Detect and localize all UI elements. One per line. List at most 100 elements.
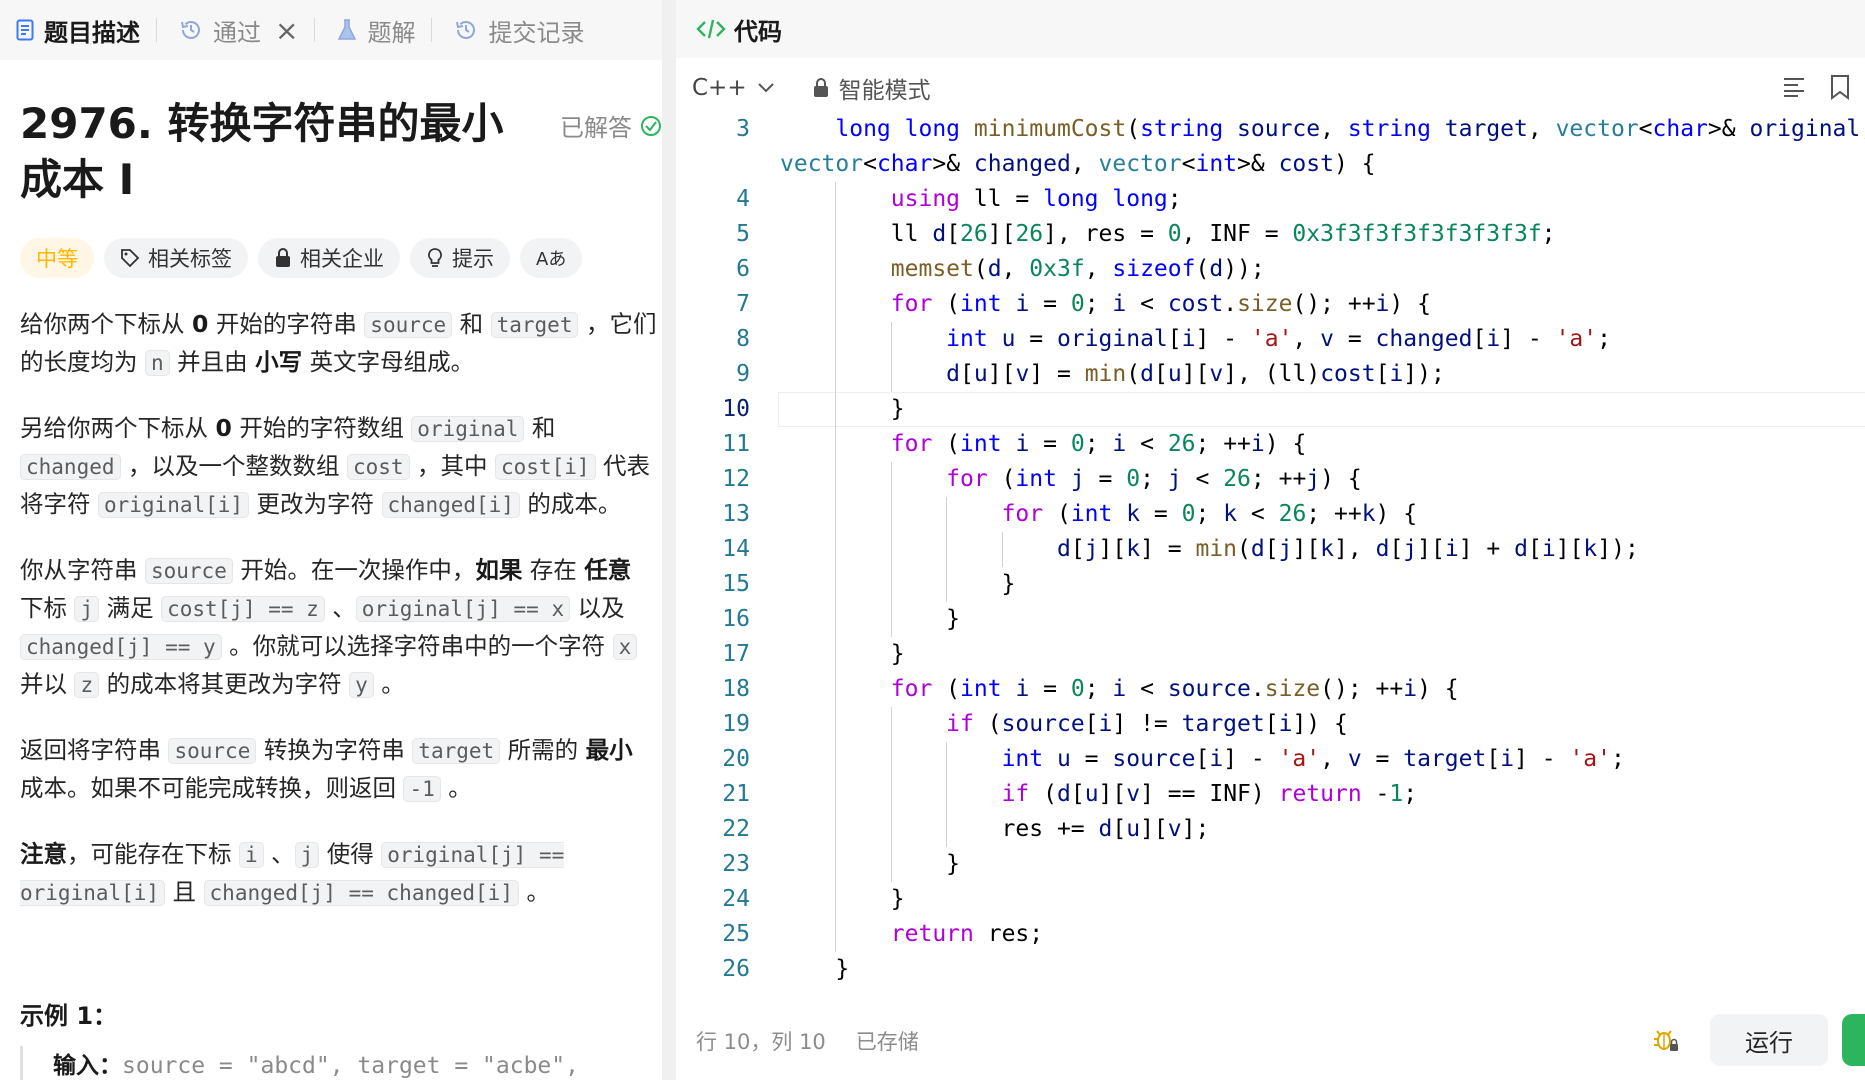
related-companies-label: 相关企业 bbox=[300, 247, 384, 271]
code-line[interactable]: 14 d[j][k] = min(d[j][k], d[j][i] + d[i]… bbox=[676, 532, 1865, 567]
code-line[interactable]: 19 if (source[i] != target[i]) { bbox=[676, 707, 1865, 742]
code-line[interactable]: 18 for (int i = 0; i < source.size(); ++… bbox=[676, 672, 1865, 707]
code-text: } bbox=[780, 641, 905, 667]
indent-guide bbox=[835, 322, 837, 357]
tab-passed[interactable]: 通过 × bbox=[163, 0, 308, 60]
code-line[interactable]: 17 } bbox=[676, 637, 1865, 672]
panel-divider[interactable] bbox=[662, 0, 676, 1080]
solved-label: 已解答 bbox=[560, 114, 632, 142]
example-input-label: 输入： bbox=[53, 1053, 122, 1079]
code-editor[interactable]: 3 long long minimumCost(string source, s… bbox=[676, 112, 1865, 992]
code-line[interactable]: 26 } bbox=[676, 952, 1865, 987]
example-input: source = "abcd", target = "acbe", bbox=[122, 1053, 579, 1079]
text: 。 bbox=[518, 878, 550, 906]
code-line[interactable]: 24 } bbox=[676, 882, 1865, 917]
indent-guide bbox=[835, 182, 837, 217]
save-status: 已存储 bbox=[855, 1030, 919, 1054]
indent-guide bbox=[835, 882, 837, 917]
indent-guide bbox=[835, 462, 837, 497]
close-icon[interactable]: × bbox=[275, 14, 298, 47]
related-tags-chip[interactable]: 相关标签 bbox=[104, 238, 248, 278]
text: 和 bbox=[524, 414, 556, 442]
code-line[interactable]: 3 long long minimumCost(string source, s… bbox=[676, 112, 1865, 147]
hints-chip[interactable]: 提示 bbox=[410, 238, 510, 278]
text: 、 bbox=[263, 840, 295, 868]
description-paragraph: 另给你两个下标从 0 开始的字符数组 original 和 changed ，以… bbox=[20, 410, 662, 524]
text: 。 bbox=[373, 670, 405, 698]
hints-label: 提示 bbox=[452, 247, 494, 271]
indent-guide bbox=[890, 742, 892, 777]
text: 、 bbox=[324, 594, 356, 622]
related-companies-chip[interactable]: 相关企业 bbox=[258, 238, 400, 278]
indent-guide bbox=[835, 602, 837, 637]
text: 下标 bbox=[20, 594, 75, 622]
code-line[interactable]: 25 return res; bbox=[676, 917, 1865, 952]
indent-guide bbox=[946, 532, 948, 567]
bold-text: 0 bbox=[191, 310, 209, 338]
code-line[interactable]: 7 for (int i = 0; i < cost.size(); ++i) … bbox=[676, 287, 1865, 322]
inline-code: changed[i] bbox=[381, 492, 520, 518]
text: 英文字母组成。 bbox=[302, 348, 475, 376]
indent-guide bbox=[835, 637, 837, 672]
code-line[interactable]: 5 ll d[26][26], res = 0, INF = 0x3f3f3f3… bbox=[676, 217, 1865, 252]
line-number: 8 bbox=[736, 326, 750, 352]
inline-code: changed[j] == changed[i] bbox=[203, 880, 519, 906]
code-line[interactable]: 20 int u = source[i] - 'a', v = target[i… bbox=[676, 742, 1865, 777]
code-line[interactable]: 8 int u = original[i] - 'a', v = changed… bbox=[676, 322, 1865, 357]
code-line[interactable]: 6 memset(d, 0x3f, sizeof(d)); bbox=[676, 252, 1865, 287]
text: 给你两个下标从 bbox=[20, 310, 192, 338]
translate-icon: Aあ bbox=[536, 249, 567, 270]
code-text: ll d[26][26], res = 0, INF = 0x3f3f3f3f3… bbox=[780, 221, 1556, 247]
bookmark-icon[interactable] bbox=[1830, 74, 1850, 104]
code-line[interactable]: 12 for (int j = 0; j < 26; ++j) { bbox=[676, 462, 1865, 497]
code-line[interactable]: 11 for (int i = 0; i < 26; ++i) { bbox=[676, 427, 1865, 462]
format-icon[interactable] bbox=[1782, 76, 1806, 102]
editor-status-bar: 行 10，列 10 已存储 运行 bbox=[676, 1010, 1865, 1072]
inline-code: source bbox=[168, 738, 257, 764]
description-paragraph: 给你两个下标从 0 开始的字符串 source 和 target ，它们的长度均… bbox=[20, 306, 662, 382]
line-number: 24 bbox=[722, 886, 750, 912]
line-number: 3 bbox=[736, 116, 750, 142]
bold-text: 如果 bbox=[475, 556, 523, 584]
debug-icon[interactable] bbox=[1652, 1026, 1680, 1058]
indent-guide bbox=[835, 742, 837, 777]
line-number: 15 bbox=[722, 571, 750, 597]
code-line[interactable]: 9 d[u][v] = min(d[u][v], (ll)cost[i]); bbox=[676, 357, 1865, 392]
inline-code: j bbox=[74, 596, 100, 622]
code-line[interactable]: 22 res += d[u][v]; bbox=[676, 812, 1865, 847]
text: 你从字符串 bbox=[20, 556, 145, 584]
code-line[interactable]: 23 } bbox=[676, 847, 1865, 882]
code-text: } bbox=[780, 956, 850, 982]
code-line[interactable]: vector<char>& changed, vector<int>& cost… bbox=[676, 147, 1865, 182]
text: 并且由 bbox=[169, 348, 256, 376]
code-line[interactable]: 16 } bbox=[676, 602, 1865, 637]
code-text: if (d[u][v] == INF) return -1; bbox=[1001, 781, 1418, 807]
mode-selector[interactable]: 智能模式 bbox=[813, 71, 931, 105]
indent-guide bbox=[890, 497, 892, 532]
submit-button[interactable] bbox=[1842, 1014, 1865, 1066]
language-select[interactable]: C++ bbox=[692, 75, 775, 101]
tab-solutions[interactable]: 题解 bbox=[321, 0, 425, 60]
code-text: for (int k = 0; k < 26; ++k) { bbox=[1001, 501, 1418, 527]
code-line[interactable]: 13 for (int k = 0; k < 26; ++k) { bbox=[676, 497, 1865, 532]
indent-guide bbox=[1001, 532, 1003, 567]
translate-chip[interactable]: Aあ bbox=[520, 238, 583, 278]
text: 转换为字符串 bbox=[256, 736, 413, 764]
tab-description[interactable]: 题目描述 bbox=[0, 0, 150, 60]
line-number: 5 bbox=[736, 221, 750, 247]
code-text: long long minimumCost(string source, str… bbox=[835, 116, 1865, 142]
tab-separator bbox=[156, 18, 157, 42]
inline-code: y bbox=[349, 672, 374, 698]
inline-code: changed bbox=[20, 454, 121, 480]
tab-submissions[interactable]: 提交记录 bbox=[438, 0, 594, 60]
code-line[interactable]: 10 } bbox=[676, 392, 1865, 427]
code-panel-title: 代码 bbox=[734, 17, 782, 46]
run-button[interactable]: 运行 bbox=[1710, 1014, 1828, 1066]
lock-icon bbox=[274, 248, 292, 268]
code-line[interactable]: 21 if (d[u][v] == INF) return -1; bbox=[676, 777, 1865, 812]
indent-guide bbox=[890, 532, 892, 567]
code-line[interactable]: 4 using ll = long long; bbox=[676, 182, 1865, 217]
text: 满足 bbox=[99, 594, 162, 622]
line-number: 9 bbox=[736, 361, 750, 387]
code-line[interactable]: 15 } bbox=[676, 567, 1865, 602]
